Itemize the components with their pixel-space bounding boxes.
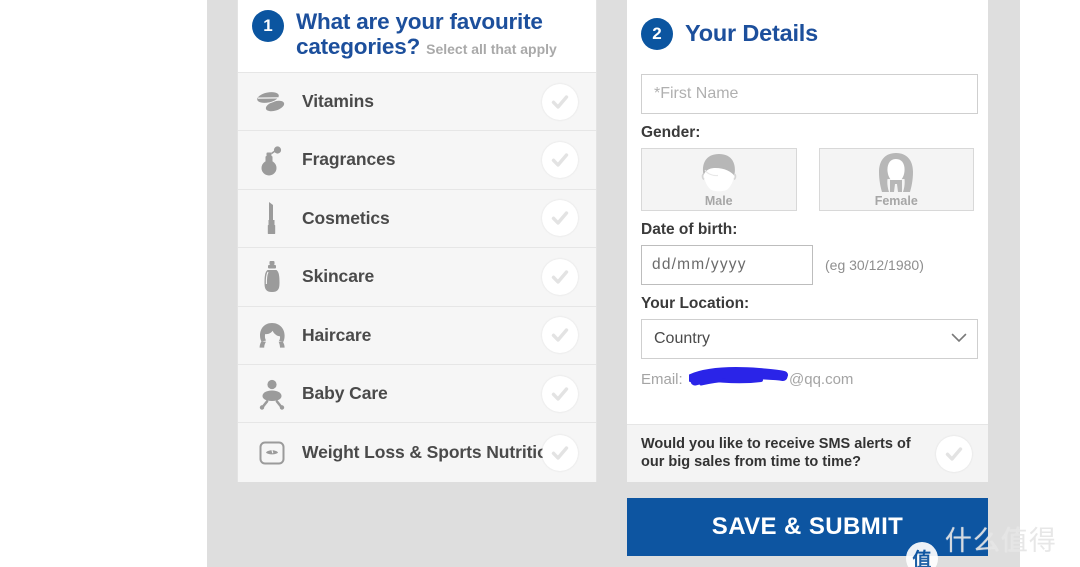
gender-caption: Female	[874, 194, 918, 208]
category-check-icon[interactable]	[542, 142, 578, 179]
hair-icon	[252, 316, 292, 354]
watermark-logo-icon: 值	[906, 541, 938, 567]
category-label: Skincare	[302, 266, 375, 287]
step-1-badge: 1	[252, 10, 284, 42]
details-title: Your Details	[685, 19, 818, 46]
category-list: Vitamins Fragrances Cosmetics Skincare H…	[238, 72, 596, 482]
category-row-skincare[interactable]: Skincare	[238, 248, 596, 307]
category-row-haircare[interactable]: Haircare	[238, 306, 596, 365]
baby-icon	[252, 375, 292, 413]
lipstick-icon	[252, 199, 292, 237]
gender-caption: Male	[704, 194, 733, 208]
category-row-cosmetics[interactable]: Cosmetics	[238, 189, 596, 249]
step-2-badge: 2	[641, 18, 673, 50]
category-row-vitamins[interactable]: Vitamins	[238, 73, 596, 132]
first-name-input[interactable]	[641, 74, 978, 114]
category-label: Fragrances	[302, 149, 396, 170]
dob-row: (eg 30/12/1980)	[641, 245, 974, 285]
scale-icon	[252, 434, 292, 472]
gender-option-female[interactable]: Female	[818, 148, 974, 211]
categories-card: 1 What are your favourite categories? Sel…	[237, 0, 597, 482]
category-label: Haircare	[302, 324, 372, 345]
category-check-icon[interactable]	[542, 83, 578, 120]
perfume-bottle-icon	[252, 141, 292, 179]
watermark: 值 什么值得买	[906, 519, 1080, 567]
category-check-icon[interactable]	[542, 200, 578, 237]
date-of-birth-input[interactable]	[641, 245, 813, 285]
category-check-icon[interactable]	[542, 317, 578, 354]
category-check-icon[interactable]	[542, 258, 578, 295]
sms-check-icon[interactable]	[936, 435, 972, 472]
category-label: Cosmetics	[302, 207, 390, 228]
category-check-icon[interactable]	[542, 375, 578, 412]
categories-heading-text: What are your favourite categories? Selec…	[296, 8, 582, 59]
email-row: Email: @qq.com	[641, 367, 974, 393]
email-domain: @qq.com	[789, 371, 854, 388]
location-label: Your Location:	[641, 295, 750, 312]
sms-question: Would you like to receive SMS alerts of …	[641, 435, 911, 470]
details-header: 2 Your Details	[627, 0, 988, 66]
category-row-fragrances[interactable]: Fragrances	[238, 131, 596, 190]
country-select-wrapper: Country	[641, 319, 978, 359]
dob-hint: (eg 30/12/1980)	[825, 257, 924, 273]
details-card: 2 Your Details Gender:	[627, 0, 988, 482]
gender-label: Gender:	[641, 124, 701, 141]
gender-options: Male Female	[641, 148, 974, 211]
dob-label: Date of birth:	[641, 221, 738, 238]
country-select[interactable]: Country	[641, 319, 978, 359]
country-select-value: Country	[654, 330, 711, 347]
categories-header: 1 What are your favourite categories? Sel…	[238, 0, 596, 72]
lotion-bottle-icon	[252, 258, 292, 296]
category-row-weight-loss[interactable]: Weight Loss & Sports Nutrition	[238, 423, 596, 482]
category-label: Weight Loss & Sports Nutrition	[302, 441, 559, 462]
email-label: Email:	[641, 371, 683, 388]
categories-subtitle: Select all that apply	[426, 41, 557, 58]
details-form: Gender: Male	[627, 66, 988, 393]
category-label: Baby Care	[302, 383, 388, 404]
category-check-icon[interactable]	[542, 434, 578, 471]
watermark-text: 什么值得买	[944, 526, 1057, 567]
sms-optin-row[interactable]: Would you like to receive SMS alerts of …	[627, 424, 988, 482]
email-redaction-scribble	[687, 364, 793, 394]
category-row-baby-care[interactable]: Baby Care	[238, 364, 596, 424]
page-root: 1 What are your favourite categories? Sel…	[0, 0, 1080, 567]
pills-icon	[252, 83, 292, 121]
category-label: Vitamins	[302, 91, 374, 112]
gender-option-male[interactable]: Male	[641, 148, 797, 211]
